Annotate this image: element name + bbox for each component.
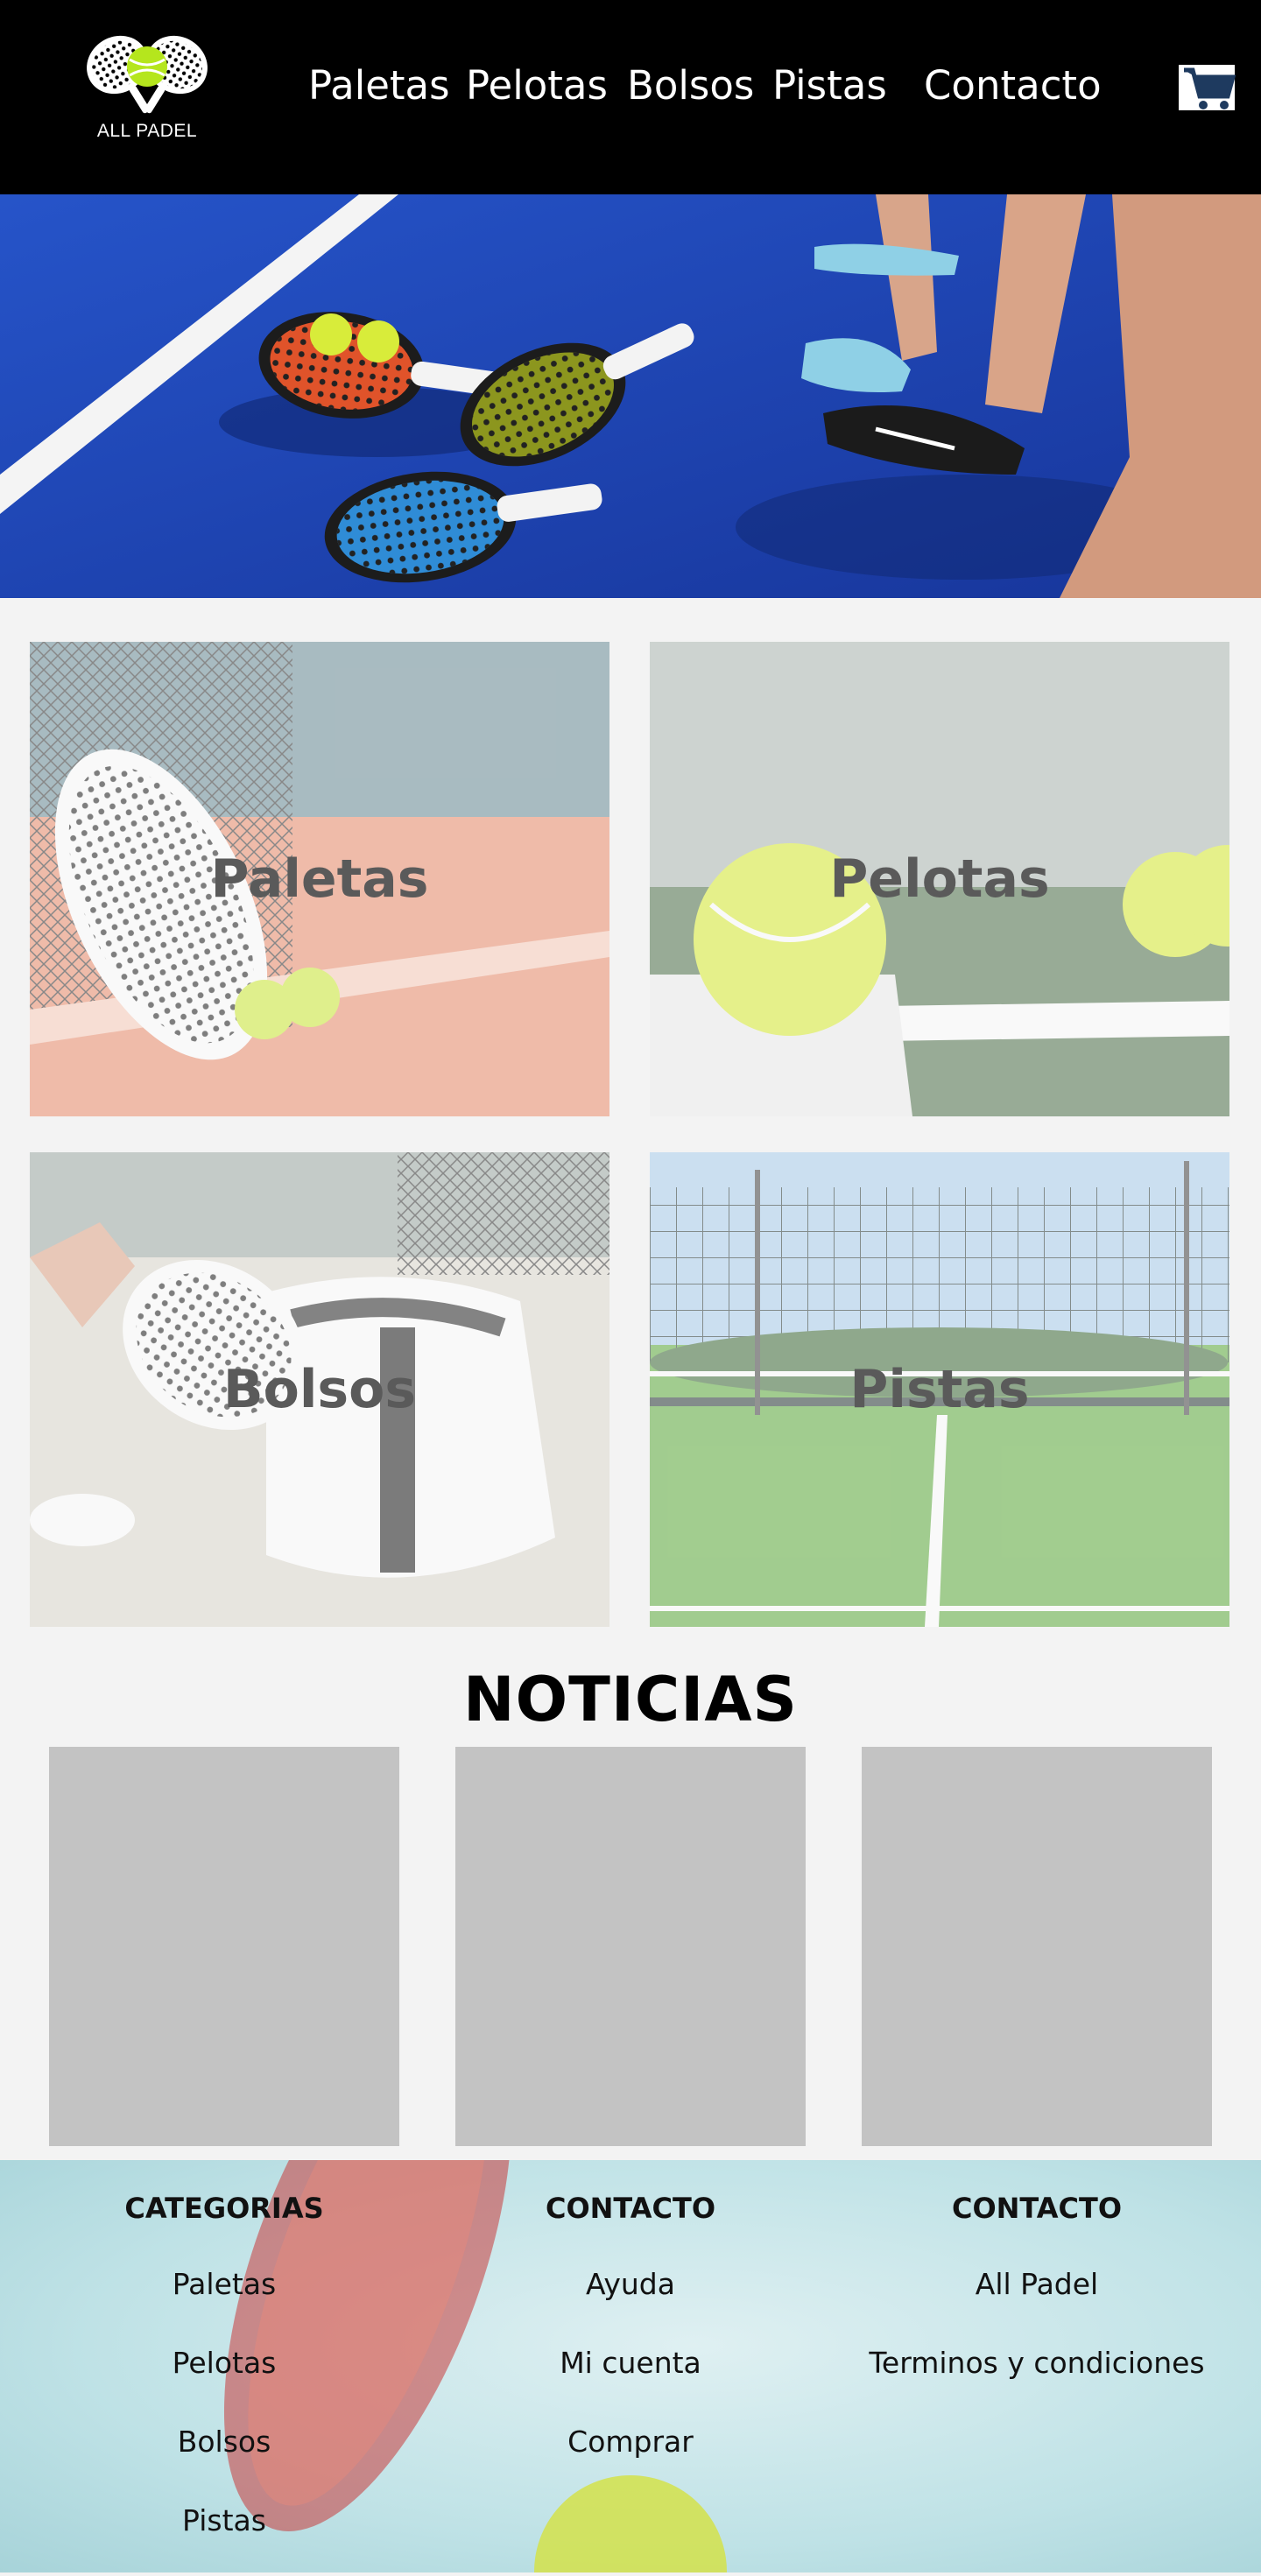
category-label: Pelotas [829,848,1050,910]
category-tile-bolsos[interactable]: Bolsos [30,1152,609,1627]
site-header: ALL PADEL Paletas Pelotas Bolsos Pistas … [0,0,1261,194]
brand-logo[interactable]: ALL PADEL [72,30,222,152]
footer-link-mi-cuenta[interactable]: Mi cuenta [438,2340,823,2387]
footer-link-pistas[interactable]: Pistas [32,2497,417,2544]
footer-heading: CONTACTO [951,2192,1123,2225]
nav-item-pistas[interactable]: Pistas [772,58,887,114]
category-tile-pistas[interactable]: Pistas [650,1152,1229,1627]
category-tile-paletas[interactable]: Paletas [30,642,609,1116]
nav-item-contacto[interactable]: Contacto [924,58,1102,114]
footer-heading: CONTACTO [545,2192,716,2225]
footer-link-comprar[interactable]: Comprar [438,2418,823,2466]
category-label: Pistas [849,1359,1030,1420]
footer-link-bolsos[interactable]: Bolsos [32,2418,417,2466]
category-tile-pelotas[interactable]: Pelotas [650,642,1229,1116]
brand-name: ALL PADEL [96,121,198,141]
category-label: Bolsos [222,1359,417,1420]
news-card[interactable] [862,1747,1212,2146]
nav-item-bolsos[interactable]: Bolsos [627,58,754,114]
cart-button[interactable] [1177,61,1236,119]
hero-banner [0,194,1261,598]
shopping-cart-icon [1179,65,1236,110]
nav-item-paletas[interactable]: Paletas [308,58,450,114]
footer-heading: CATEGORIAS [124,2192,324,2225]
footer-column-contacto-legal: CONTACTO All Padel Terminos y condicione… [844,2187,1229,2418]
footer-link-pelotas[interactable]: Pelotas [32,2340,417,2387]
footer-column-contacto: CONTACTO Ayuda Mi cuenta Comprar [438,2187,823,2497]
footer-column-categorias: CATEGORIAS Paletas Pelotas Bolsos Pistas [32,2187,417,2576]
news-card[interactable] [455,1747,806,2146]
hero-padel-court-image [0,194,1261,598]
footer-link-ayuda[interactable]: Ayuda [438,2261,823,2308]
padel-rackets-logo-icon [87,35,208,114]
category-label: Paletas [210,848,429,910]
footer-link-paletas[interactable]: Paletas [32,2261,417,2308]
nav-item-pelotas[interactable]: Pelotas [466,58,608,114]
news-title: NOTICIAS [463,1664,798,1735]
footer-link-all-padel[interactable]: All Padel [844,2261,1229,2308]
news-card[interactable] [49,1747,399,2146]
footer-link-terminos[interactable]: Terminos y condiciones [844,2340,1229,2387]
